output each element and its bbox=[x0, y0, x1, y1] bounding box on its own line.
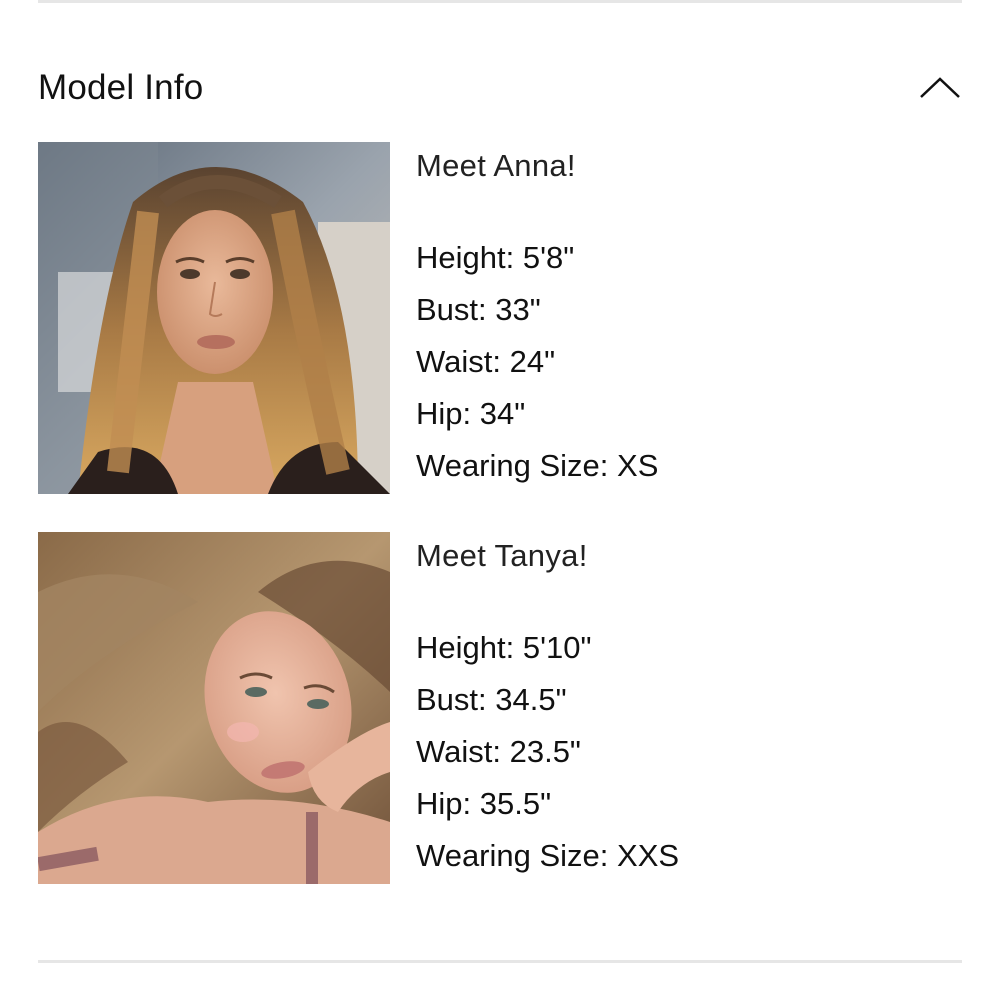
stat-hip: Hip: 35.5" bbox=[416, 778, 956, 830]
stat-label: Bust: bbox=[416, 292, 487, 327]
stat-label: Waist: bbox=[416, 344, 501, 379]
stat-value: 23.5" bbox=[509, 734, 581, 769]
model-stats: Height: 5'8" Bust: 33" Waist: 24" Hip: 3… bbox=[416, 232, 956, 492]
stat-label: Height: bbox=[416, 240, 515, 275]
model-photo-tanya bbox=[38, 532, 390, 884]
stat-value: XS bbox=[617, 448, 659, 483]
stat-label: Hip: bbox=[416, 786, 472, 821]
stat-waist: Waist: 23.5" bbox=[416, 726, 956, 778]
stat-waist: Waist: 24" bbox=[416, 336, 956, 388]
model-info-tanya: Meet Tanya! Height: 5'10" Bust: 34.5" Wa… bbox=[416, 532, 956, 882]
stat-height: Height: 5'8" bbox=[416, 232, 956, 284]
stat-label: Height: bbox=[416, 630, 515, 665]
stat-value: 5'10" bbox=[522, 630, 592, 665]
section-title: Model Info bbox=[38, 68, 204, 107]
top-divider bbox=[38, 0, 962, 3]
stat-wearing-size: Wearing Size: XXS bbox=[416, 830, 956, 882]
stat-bust: Bust: 33" bbox=[416, 284, 956, 336]
model-info-header[interactable]: Model Info bbox=[38, 58, 962, 118]
stat-label: Wearing Size: bbox=[416, 448, 609, 483]
stat-value: XXS bbox=[617, 838, 680, 873]
stat-bust: Bust: 34.5" bbox=[416, 674, 956, 726]
model-card-tanya: Meet Tanya! Height: 5'10" Bust: 34.5" Wa… bbox=[38, 532, 962, 884]
model-photo-anna bbox=[38, 142, 390, 494]
stat-value: 35.5" bbox=[479, 786, 552, 821]
stat-value: 34" bbox=[479, 396, 526, 431]
model-greeting: Meet Anna! bbox=[416, 148, 576, 183]
stat-value: 34.5" bbox=[495, 682, 567, 717]
stat-wearing-size: Wearing Size: XS bbox=[416, 440, 956, 492]
stat-hip: Hip: 34" bbox=[416, 388, 956, 440]
model-stats: Height: 5'10" Bust: 34.5" Waist: 23.5" H… bbox=[416, 622, 956, 882]
stat-value: 5'8" bbox=[522, 240, 575, 275]
model-info-anna: Meet Anna! Height: 5'8" Bust: 33" Waist:… bbox=[416, 142, 956, 492]
bottom-divider bbox=[38, 960, 962, 963]
stat-label: Bust: bbox=[416, 682, 487, 717]
stat-value: 33" bbox=[495, 292, 541, 327]
stat-value: 24" bbox=[509, 344, 556, 379]
chevron-up-icon[interactable] bbox=[918, 73, 962, 103]
model-card-anna: Meet Anna! Height: 5'8" Bust: 33" Waist:… bbox=[38, 142, 962, 494]
stat-height: Height: 5'10" bbox=[416, 622, 956, 674]
stat-label: Waist: bbox=[416, 734, 501, 769]
stat-label: Wearing Size: bbox=[416, 838, 609, 873]
stat-label: Hip: bbox=[416, 396, 472, 431]
model-greeting: Meet Tanya! bbox=[416, 538, 588, 573]
